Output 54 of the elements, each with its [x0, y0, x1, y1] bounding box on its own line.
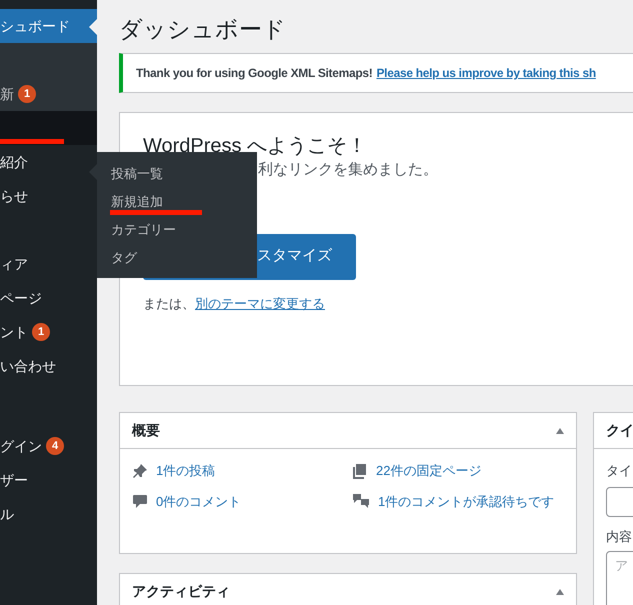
count-badge: 4	[46, 437, 64, 455]
overview-link[interactable]: 1件の投稿	[156, 461, 216, 480]
menu-label: ル	[0, 504, 14, 524]
overview-link[interactable]: 1件のコメントが承認待ちです	[378, 492, 554, 511]
welcome-title: WordPress へようこそ！	[143, 134, 368, 159]
field-label: 内容	[606, 528, 633, 546]
alt-text: または、	[143, 296, 195, 310]
welcome-subtitle: 利なリンクを集めました。	[258, 160, 439, 180]
menu-label: グイン	[0, 436, 42, 456]
flyout-item[interactable]: 投稿一覧	[111, 164, 163, 184]
overview-link[interactable]: 0件のコメント	[156, 492, 242, 511]
postbox-title: 概要	[132, 421, 160, 440]
sidebar-item[interactable]: 紹介	[0, 145, 97, 179]
count-badge: 1	[18, 85, 36, 103]
menu-label: 紹介	[0, 152, 28, 172]
menu-label: シュボード	[0, 16, 70, 36]
pushpin-icon	[132, 462, 148, 479]
sidebar-item[interactable]: グイン 4	[0, 429, 97, 463]
menu-label: ページ	[0, 288, 42, 308]
menu-label: ィア	[0, 254, 28, 274]
sidebar-item[interactable]: ィア	[0, 247, 97, 281]
field-label: タイ	[606, 463, 632, 478]
menu-label: ザー	[0, 470, 28, 490]
collapse-arrow-icon[interactable]	[556, 588, 564, 594]
sidebar-item[interactable]: 新 1	[0, 77, 97, 111]
overview-link[interactable]: 22件の固定ページ	[376, 461, 482, 480]
postbox-title: アクティビティ	[132, 582, 230, 601]
sidebar-item[interactable]: い合わせ	[0, 349, 97, 383]
notice-text: Thank you for using Google XML Sitemaps!	[136, 65, 372, 82]
pages-icon	[352, 462, 368, 479]
sidebar-item[interactable]: ザー	[0, 463, 97, 497]
content-input-field[interactable]: ア	[606, 550, 633, 605]
menu-label: い合わせ	[0, 356, 56, 376]
current-pointer-icon	[89, 19, 97, 35]
sidebar-item[interactable]: ページ	[0, 281, 97, 315]
flyout-item[interactable]: カテゴリー	[111, 220, 176, 240]
postbox-title: クイ	[606, 421, 633, 440]
sidebar-item[interactable]	[0, 111, 97, 145]
menu-label: らせ	[0, 186, 28, 206]
change-theme-link[interactable]: 別のテーマに変更する	[195, 296, 325, 310]
flyout-item[interactable]: 新規追加	[111, 192, 163, 212]
menu-label: ント	[0, 322, 28, 342]
sidebar-item[interactable]: ル	[0, 497, 97, 531]
comment-icon	[132, 493, 148, 510]
comments-icon	[352, 493, 370, 510]
count-badge: 1	[32, 323, 50, 341]
flyout-item[interactable]: タグ	[111, 248, 137, 268]
collapse-arrow-icon[interactable]	[556, 428, 564, 434]
sidebar-item[interactable]: らせ	[0, 179, 97, 213]
sidebar-item[interactable]: ント 1	[0, 315, 97, 349]
sidebar-item[interactable]: シュボード	[0, 9, 97, 43]
menu-label: 新	[0, 84, 14, 104]
page-title: ダッシュボード	[119, 15, 287, 44]
survey-link[interactable]: Please help us improve by taking this sh	[376, 64, 596, 82]
